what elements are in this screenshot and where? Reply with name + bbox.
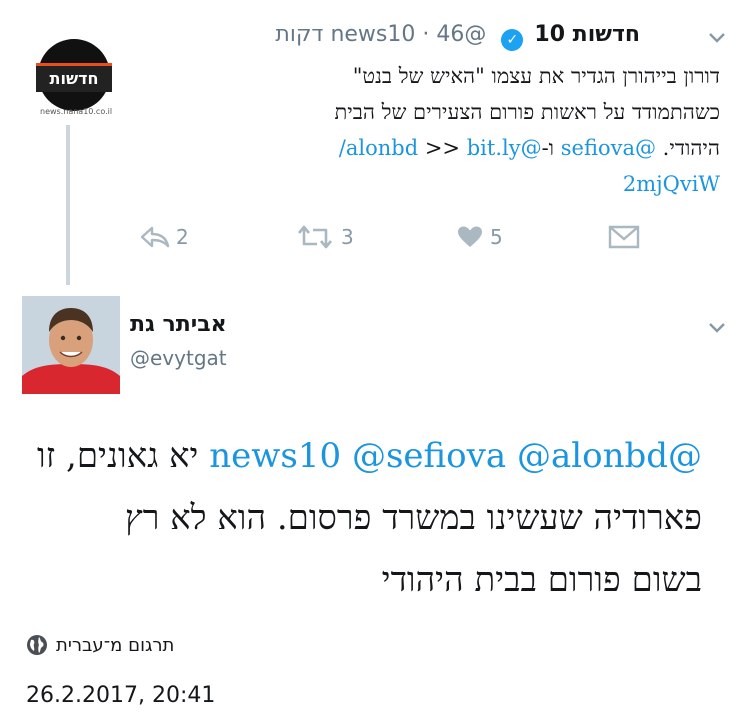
evytgat-avatar[interactable] bbox=[22, 296, 120, 394]
chevron-down-icon[interactable] bbox=[708, 32, 726, 44]
logo-banner: חדשות bbox=[36, 63, 112, 92]
tweet1-text-line3: היהודי. @sefiova ו-@alonbd >> bit.ly/ bbox=[210, 130, 720, 166]
like-count: 5 bbox=[490, 225, 503, 249]
tweet2-author-name[interactable]: אביתר גת bbox=[130, 312, 227, 337]
tweet2-line3: בשום פורום בבית היהודי bbox=[381, 560, 702, 600]
tweet1-conj: ו- bbox=[541, 136, 555, 160]
tweet1-text-prefix: היהודי. bbox=[662, 136, 720, 160]
dm-icon bbox=[608, 225, 640, 249]
reply-button[interactable]: 2 bbox=[140, 222, 189, 252]
chevron-down-icon[interactable] bbox=[708, 322, 726, 334]
tweet1-text-line1: דורון בייהורן הגדיר את עצמו "האיש של בנט… bbox=[352, 64, 720, 88]
mention-alonbd[interactable]: @alonbd bbox=[517, 436, 668, 476]
tweet1-actions: 2 3 5 bbox=[0, 222, 750, 252]
tweet1-author-name[interactable]: חדשות 10 bbox=[534, 22, 640, 47]
profile-photo bbox=[22, 296, 120, 394]
verified-icon: ✓ bbox=[501, 29, 524, 51]
retweet-icon bbox=[298, 225, 332, 249]
thread-line bbox=[66, 125, 70, 285]
like-button[interactable]: 5 bbox=[456, 222, 503, 252]
tweet2-line2: פארודיה שעשינו במשרד פרסום. הוא לא רץ bbox=[125, 498, 702, 538]
tweet2-timestamp: 26.2.2017, 20:41 bbox=[26, 683, 216, 708]
reply-icon bbox=[140, 226, 170, 248]
dm-button[interactable] bbox=[608, 222, 640, 252]
tweet1-text: דורון בייהורן הגדיר את עצמו "האיש של בנט… bbox=[210, 58, 720, 202]
mention-sefiova[interactable]: @sefiova bbox=[561, 136, 656, 160]
tweet2-handle[interactable]: @evytgat bbox=[130, 346, 227, 370]
retweet-button[interactable]: 3 bbox=[295, 222, 354, 252]
tweet1-separator: · bbox=[422, 22, 430, 47]
tweet2-line1: @news10 @sefiova @alonbd יא גאונים, זו bbox=[22, 425, 702, 487]
translate-link[interactable]: תרגום מ־עברית bbox=[26, 634, 174, 656]
tweet1-link-part2[interactable]: 2mjQviW bbox=[623, 172, 720, 196]
translate-label[interactable]: תרגום מ־עברית bbox=[56, 635, 174, 656]
tweet1-text-line2: כשהתמודד על ראשות פורום הצעירים של הבית bbox=[334, 100, 720, 124]
tweet2-text: @news10 @sefiova @alonbd יא גאונים, זו פ… bbox=[22, 425, 702, 611]
tweet1-header: חדשות 10 ✓ @news10 · 46 דקות bbox=[275, 22, 640, 51]
tweet1-arrows: >> bbox=[424, 136, 461, 160]
retweet-count: 3 bbox=[341, 225, 354, 249]
like-icon bbox=[458, 226, 482, 247]
reply-count: 2 bbox=[176, 225, 189, 249]
globe-icon bbox=[27, 635, 47, 655]
logo-url: news.nana10.co.il bbox=[40, 107, 113, 116]
news10-avatar[interactable]: חדשות news.nana10.co.il bbox=[30, 35, 118, 123]
tweet2-line1-text: יא גאונים, זו bbox=[37, 436, 199, 476]
mention-sefiova[interactable]: @sefiova bbox=[352, 436, 506, 476]
